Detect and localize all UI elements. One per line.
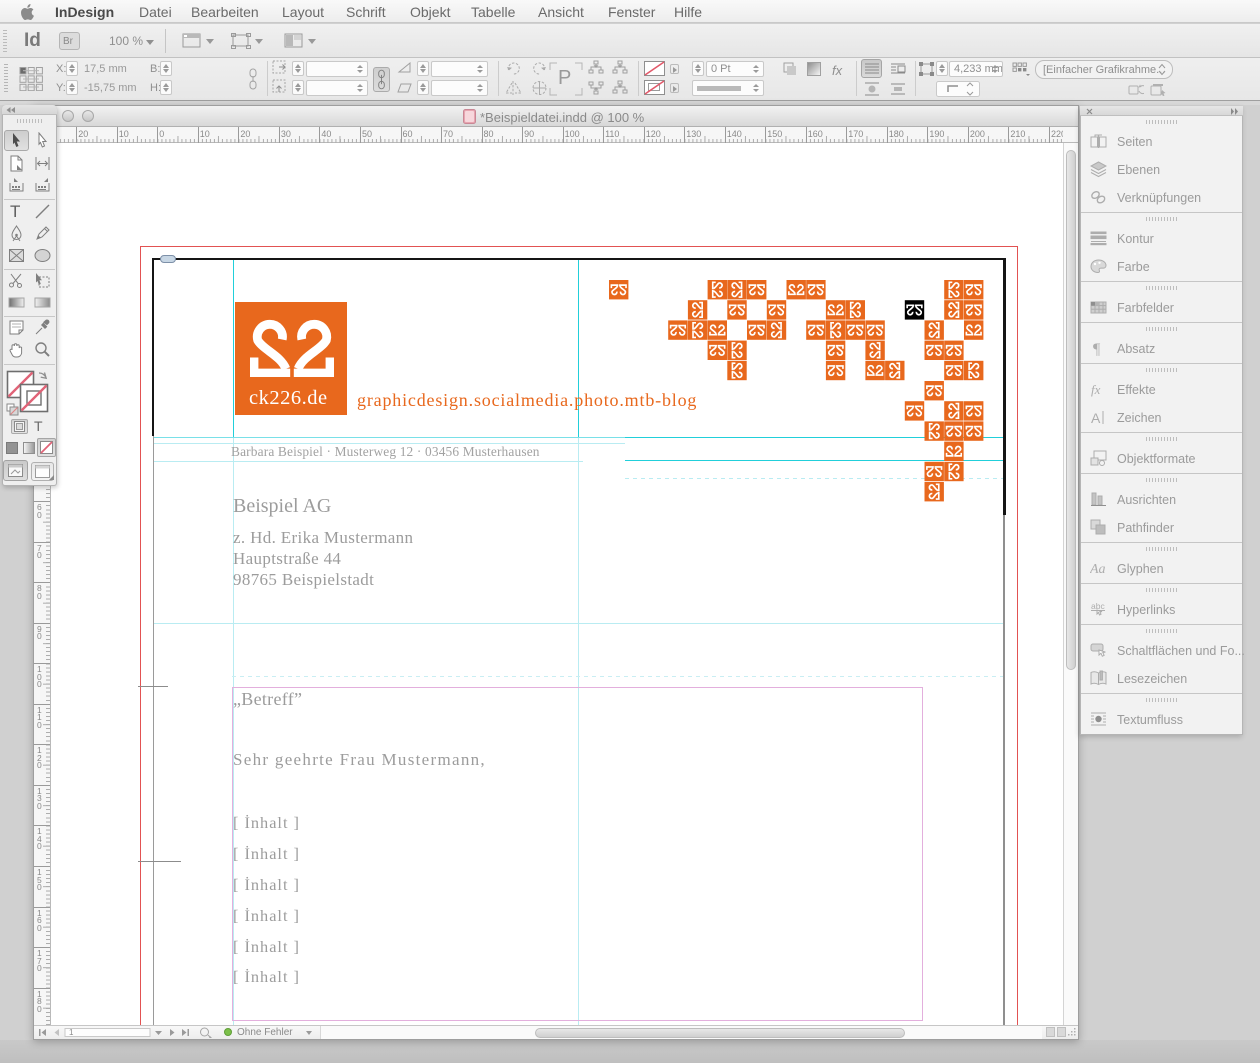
- svg-text:Aa: Aa: [1090, 562, 1106, 577]
- svg-text:A: A: [1091, 410, 1101, 426]
- svg-text:¶: ¶: [1093, 341, 1101, 357]
- svg-text:abc: abc: [1091, 601, 1105, 611]
- svg-text:fx: fx: [1091, 382, 1101, 397]
- svg-text:1: 1: [69, 1028, 74, 1037]
